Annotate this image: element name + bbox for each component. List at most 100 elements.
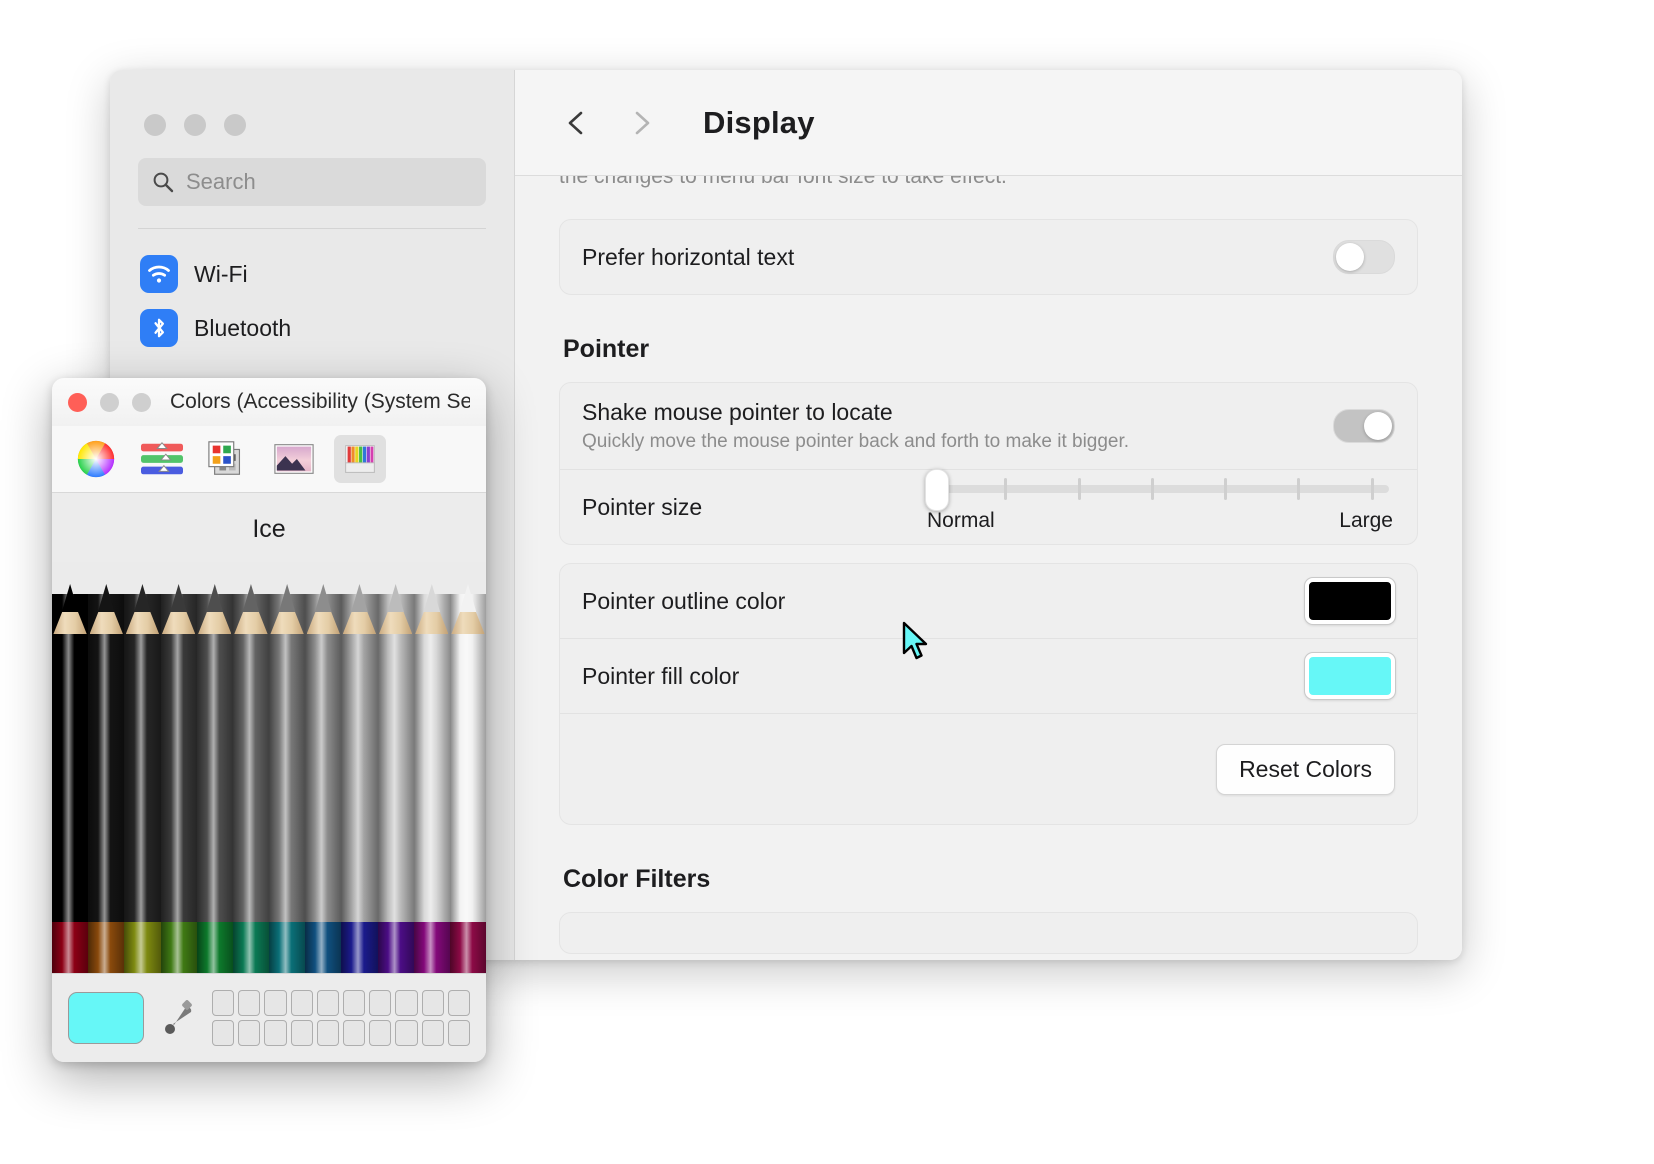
color-filters-title: Color Filters [563, 865, 711, 893]
pencil-barrel [341, 594, 378, 922]
swatch-cell[interactable] [238, 990, 261, 1016]
sidebar-item-label: Wi-Fi [194, 260, 248, 287]
pencil-palette[interactable] [52, 562, 486, 973]
colors-panel-footer [52, 973, 486, 1062]
close-icon[interactable] [68, 392, 87, 412]
swatch-cell[interactable] [290, 990, 313, 1016]
search-box[interactable] [138, 158, 486, 206]
slider-knob[interactable] [925, 469, 949, 511]
current-color-swatch[interactable] [68, 992, 144, 1044]
pointer-size-slider[interactable]: Normal Large [925, 469, 1395, 543]
swatch-cell[interactable] [343, 990, 366, 1016]
color-palettes-icon[interactable] [202, 435, 254, 483]
swatch-cell[interactable] [316, 990, 339, 1016]
pencil-swatch[interactable] [196, 562, 233, 922]
pencil-swatch[interactable] [341, 562, 378, 922]
pencil-swatch[interactable] [449, 562, 486, 922]
swatch-cell[interactable] [369, 990, 392, 1016]
minimize-button[interactable] [184, 114, 206, 136]
swatch-cell[interactable] [290, 1020, 313, 1046]
colors-panel-window: Colors (Accessibility (System Se… Ice [52, 378, 486, 1062]
pointer-outline-color-row: Pointer outline color [560, 564, 1417, 638]
sidebar-item-label: Bluetooth [194, 314, 292, 341]
swatch-cell[interactable] [421, 990, 444, 1016]
pointer-outline-color-swatch[interactable] [1305, 578, 1395, 624]
pointer-colors-card: Pointer outline color Pointer fill color… [559, 563, 1418, 825]
prefer-horizontal-row[interactable]: Prefer horizontal text [560, 220, 1417, 294]
pointer-fill-color-swatch[interactable] [1305, 653, 1395, 699]
swatch-cell[interactable] [395, 990, 418, 1016]
color-sliders-icon[interactable] [136, 435, 188, 483]
shake-pointer-row[interactable]: Shake mouse pointer to locate Quickly mo… [560, 383, 1417, 469]
toggle-knob [1336, 243, 1364, 271]
reset-colors-button[interactable]: Reset Colors [1216, 743, 1395, 795]
pencil-barrel [413, 594, 450, 922]
pencil-swatch[interactable] [88, 562, 125, 922]
slider-tick [1077, 478, 1081, 500]
pointer-card: Shake mouse pointer to locate Quickly mo… [559, 382, 1418, 545]
chevron-right-icon[interactable] [623, 105, 659, 141]
prefer-horizontal-label: Prefer horizontal text [582, 243, 795, 270]
pencil-swatch[interactable] [52, 562, 89, 922]
pencil-swatch[interactable] [232, 562, 270, 922]
swatch-cell[interactable] [238, 1020, 261, 1046]
sidebar-item-bluetooth[interactable]: Bluetooth [130, 301, 494, 355]
shake-pointer-toggle[interactable] [1333, 409, 1395, 443]
pencil-barrel [449, 594, 486, 922]
prefer-horizontal-toggle[interactable] [1333, 240, 1395, 274]
close-button[interactable] [144, 114, 166, 136]
pencils-icon[interactable] [334, 435, 386, 483]
pencil-swatch[interactable] [269, 562, 306, 922]
pointer-size-row: Pointer size Normal Large [560, 469, 1417, 544]
slider-tick [1370, 478, 1374, 500]
swatch-cell[interactable] [395, 1020, 418, 1046]
sidebar-traffic-lights [110, 70, 514, 136]
swatch-cell[interactable] [264, 1020, 287, 1046]
pencil-barrel [52, 594, 89, 922]
pencil-barrel [160, 594, 197, 922]
swatch-cell[interactable] [421, 1020, 444, 1046]
slider-tick [1224, 478, 1228, 500]
swatch-cell[interactable] [447, 1020, 470, 1046]
shake-pointer-label: Shake mouse pointer to locate [582, 399, 893, 425]
pencil-barrel [269, 594, 306, 922]
pointer-fill-color-row: Pointer fill color [560, 638, 1417, 713]
palette-name-label: Ice [52, 493, 486, 562]
shake-pointer-sublabel: Quickly move the mouse pointer back and … [582, 431, 1130, 452]
search-icon [152, 171, 174, 193]
pointer-section-title: Pointer [563, 335, 650, 363]
pencil-swatch[interactable] [160, 562, 197, 922]
slider-max-label: Large [1339, 509, 1393, 532]
slider-labels: Normal Large [925, 509, 1395, 533]
swatch-cell[interactable] [264, 990, 287, 1016]
pencil-swatch[interactable] [124, 562, 161, 922]
image-palette-icon[interactable] [268, 435, 320, 483]
eyedropper-icon[interactable] [158, 995, 192, 1041]
minimize-icon[interactable] [100, 392, 119, 412]
sidebar-item-wifi[interactable]: Wi-Fi [130, 247, 494, 301]
pencil-barrel [88, 594, 125, 922]
prefer-horizontal-card: Prefer horizontal text [559, 219, 1418, 295]
page-title: Display [703, 104, 815, 140]
color-wheel-icon[interactable] [70, 435, 122, 483]
swatch-cell[interactable] [369, 1020, 392, 1046]
swatch-cell[interactable] [343, 1020, 366, 1046]
saved-swatch-grid[interactable] [212, 990, 470, 1046]
chevron-left-icon[interactable] [559, 105, 595, 141]
swatch-cell[interactable] [447, 990, 470, 1016]
swatch-cell[interactable] [212, 1020, 235, 1046]
search-input[interactable] [184, 168, 476, 196]
slider-tick [1150, 478, 1154, 500]
swatch-cell[interactable] [212, 990, 235, 1016]
zoom-button[interactable] [224, 114, 246, 136]
search-container [110, 136, 514, 229]
swatch-cell[interactable] [316, 1020, 339, 1046]
slider-min-label: Normal [927, 509, 995, 532]
zoom-icon[interactable] [132, 392, 151, 412]
pencil-swatch[interactable] [305, 562, 342, 922]
colors-panel-titlebar: Colors (Accessibility (System Se… [52, 378, 486, 426]
shake-pointer-text: Shake mouse pointer to locate Quickly mo… [582, 383, 1333, 469]
pencil-swatch[interactable] [377, 562, 414, 922]
slider-track[interactable] [925, 469, 1389, 511]
pencil-swatch[interactable] [413, 562, 450, 922]
